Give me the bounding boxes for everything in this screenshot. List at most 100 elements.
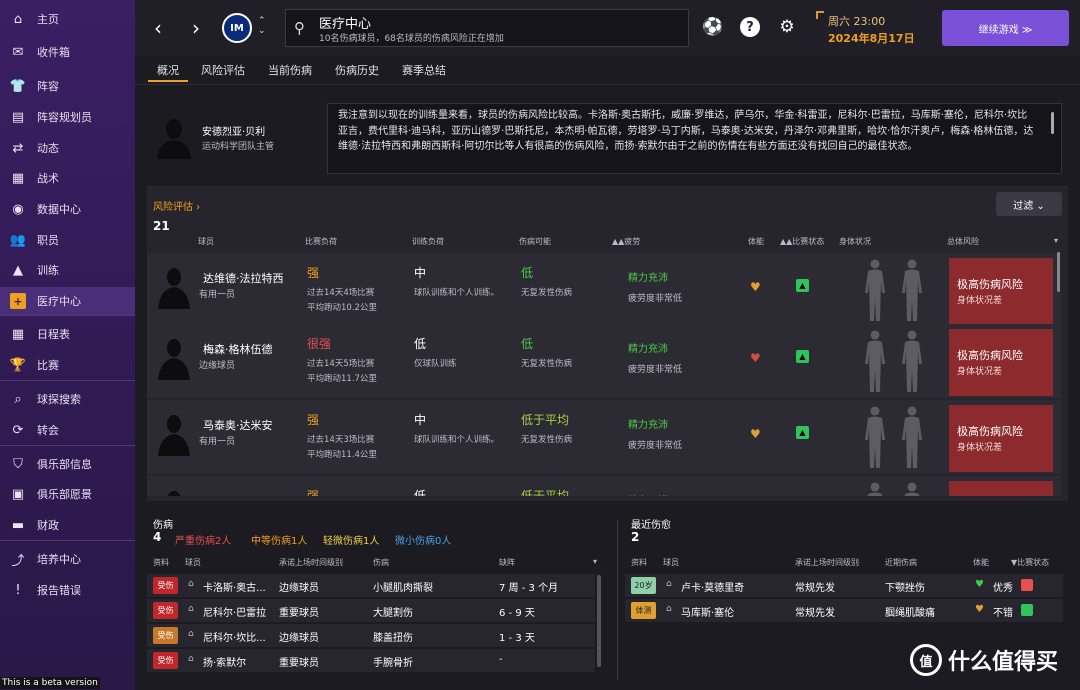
risk-row[interactable]: ⌂ 马泰奥·达米安 有用一员强过去14天3场比赛 平均跑动11.4公里中球队训练和个人… bbox=[147, 400, 1061, 474]
rec-header-playing-time[interactable]: 承诺上场时间级别 bbox=[795, 557, 859, 568]
sidebar-item-calendar[interactable]: ▦ 日程表 bbox=[0, 320, 135, 348]
sidebar-item-development[interactable]: ⤴ 培养中心 bbox=[0, 545, 135, 573]
injury-player-name[interactable]: 尼科尔·坎比... bbox=[203, 629, 266, 644]
injury-player-name[interactable]: 尼科尔·巴雷拉 bbox=[203, 604, 266, 619]
header-condition[interactable]: 体能 bbox=[748, 236, 764, 247]
header-body-status[interactable]: 身体状况 bbox=[839, 236, 871, 247]
tab-overview[interactable]: 概况 bbox=[157, 62, 179, 78]
header-player[interactable]: 球员 bbox=[198, 236, 214, 247]
sidebar-item-trophy[interactable]: 🏆 比赛 bbox=[0, 351, 135, 379]
player-name[interactable]: 马泰奥·达米安 bbox=[203, 417, 273, 433]
body-figure-icon[interactable] bbox=[899, 406, 925, 468]
recovered-player-name[interactable]: 卢卡·莫德里奇 bbox=[681, 579, 744, 594]
injury-row[interactable]: 受伤 ⌂ 扬·索默尔 重要球员 手腕骨折 - bbox=[147, 649, 595, 672]
player-name[interactable]: 梅森·格林伍德 bbox=[203, 341, 273, 357]
overall-risk-box[interactable] bbox=[949, 481, 1053, 496]
overall-risk-box[interactable]: 极高伤病风险 身体状况差 bbox=[949, 258, 1053, 325]
tab-injury-history[interactable]: 伤病历史 bbox=[335, 62, 379, 78]
recovered-player-name[interactable]: 马库斯·塞伦 bbox=[681, 604, 734, 619]
page-title-box[interactable]: ⚲ 医疗中心 10名伤病球员，68名球员的伤病风险正在增加 bbox=[285, 9, 689, 47]
sidebar-item-finance[interactable]: ▬ 财政 bbox=[0, 511, 135, 539]
club-switch-icon[interactable]: ⌃ ⌄ bbox=[258, 16, 266, 36]
header-sort-icon[interactable]: ▾ bbox=[1054, 236, 1058, 245]
risk-assessment-link[interactable]: 风险评估 › bbox=[153, 198, 200, 213]
header-training-load[interactable]: 训练负荷 bbox=[412, 236, 444, 247]
gear-icon[interactable]: ⚙ bbox=[777, 17, 797, 37]
injuries-scrollbar[interactable] bbox=[597, 575, 601, 667]
risk-row[interactable]: ⌂强低低于平均精力不错♥▲ bbox=[147, 476, 1061, 496]
body-figure-icon[interactable] bbox=[862, 330, 888, 392]
rec-header-recent-injury[interactable]: 近期伤病 bbox=[885, 557, 917, 568]
sidebar-item-home[interactable]: ⌂ 主页 bbox=[0, 5, 135, 33]
body-figure-icon[interactable] bbox=[899, 330, 925, 392]
inj-header-injury[interactable]: 伤病 bbox=[373, 557, 389, 568]
recovered-row[interactable]: 体测 ⌂ 马库斯·塞伦 常规先发 腘绳肌酸痛 ♥ 不错 bbox=[625, 599, 1063, 622]
header-overall-risk[interactable]: 总体风险 bbox=[947, 236, 979, 247]
body-figure-icon[interactable] bbox=[862, 406, 888, 468]
sidebar-item-dynamics[interactable]: ⇄ 动态 bbox=[0, 134, 135, 162]
forward-arrow-icon[interactable]: › bbox=[192, 16, 200, 40]
sidebar-item-transfer[interactable]: ⟳ 转会 bbox=[0, 416, 135, 444]
injury-row[interactable]: 受伤 ⌂ 尼科尔·坎比... 边缘球员 膝盖扭伤 1 - 3 天 bbox=[147, 624, 595, 647]
risk-row[interactable]: ⌂ 达维德·法拉特西 有用一员强过去14天4场比赛 平均跑动10.2公里中球队训练和个… bbox=[147, 253, 1061, 327]
match-load-level: 强 bbox=[307, 489, 320, 496]
rec-header-match-sharpness[interactable]: ▼比赛状态 bbox=[1011, 557, 1049, 568]
tab-risk-assessment[interactable]: 风险评估 bbox=[201, 62, 245, 78]
sidebar-item-scouting[interactable]: ⌕ 球探搜索 bbox=[0, 385, 135, 413]
sidebar-item-clipboard[interactable]: ▤ 阵容规划员 bbox=[0, 103, 135, 131]
sidebar-item-club-vision[interactable]: ▣ 俱乐部愿景 bbox=[0, 480, 135, 508]
inj-header-player[interactable]: 球员 bbox=[185, 557, 201, 568]
rec-header-profile[interactable]: 资料 bbox=[631, 557, 647, 568]
staff-name[interactable]: 安德烈亚·贝利 bbox=[202, 123, 265, 138]
recovered-row[interactable]: 20岁 ⌂ 卢卡·莫德里奇 常规先发 下颚挫伤 ♥ 优秀 bbox=[625, 574, 1063, 597]
header-injury-chance[interactable]: 伤病可能 bbox=[519, 236, 551, 247]
sidebar-item-shirt[interactable]: 👕 阵容 bbox=[0, 72, 135, 100]
overall-risk-box[interactable]: 极高伤病风险 身体状况差 bbox=[949, 329, 1053, 396]
header-fatigue[interactable]: ▲▲疲劳 bbox=[612, 236, 640, 247]
injury-row[interactable]: 受伤 ⌂ 尼科尔·巴雷拉 重要球员 大腿割伤 6 - 9 天 bbox=[147, 599, 595, 622]
rec-header-condition[interactable]: 体能 bbox=[973, 557, 989, 568]
risk-scrollbar[interactable] bbox=[1057, 252, 1060, 292]
search-icon[interactable]: ⚲ bbox=[294, 19, 305, 37]
continue-button[interactable]: 继续游戏 ≫ bbox=[942, 10, 1069, 46]
header-match-sharpness[interactable]: ▲▲比赛状态 bbox=[780, 236, 824, 247]
player-avatar[interactable] bbox=[157, 488, 191, 496]
tab-season-summary[interactable]: 赛季总结 bbox=[402, 62, 446, 78]
sidebar-item-data-hub[interactable]: ◉ 数据中心 bbox=[0, 195, 135, 223]
home-icon: ⌂ bbox=[13, 11, 23, 27]
inj-header-sort-icon[interactable]: ▾ bbox=[593, 557, 597, 566]
body-figure-icon[interactable] bbox=[862, 259, 888, 321]
body-figure-icon[interactable] bbox=[862, 482, 888, 496]
player-name[interactable]: 达维德·法拉特西 bbox=[203, 270, 284, 286]
sidebar-item-club-info[interactable]: ⛉ 俱乐部信息 bbox=[0, 450, 135, 478]
player-avatar[interactable] bbox=[157, 265, 191, 309]
risk-row[interactable]: ⌂ 梅森·格林伍德 边缘球员 很强 过去14天5场比赛 平均跑动11.7公里低仅球队训练低… bbox=[147, 324, 1061, 398]
back-arrow-icon[interactable]: ‹ bbox=[154, 16, 162, 40]
filter-button[interactable]: 过滤 ⌄ bbox=[996, 192, 1062, 216]
inj-header-playing-time[interactable]: 承诺上场时间级别 bbox=[279, 557, 343, 568]
football-icon[interactable]: ⚽ bbox=[702, 17, 723, 37]
sidebar-item-medical[interactable]: + 医疗中心 bbox=[0, 287, 135, 315]
sidebar-item-training[interactable]: ▲ 训练 bbox=[0, 256, 135, 284]
staff-avatar[interactable] bbox=[155, 117, 193, 159]
body-figure-icon[interactable] bbox=[899, 259, 925, 321]
injury-row[interactable]: 受伤 ⌂ 卡洛斯·奥古... 边缘球员 小腿肌肉撕裂 7 周 - 3 个月 bbox=[147, 574, 595, 597]
body-figure-icon[interactable] bbox=[899, 482, 925, 496]
rec-header-player[interactable]: 球员 bbox=[663, 557, 679, 568]
header-match-load[interactable]: 比赛负荷 bbox=[305, 236, 337, 247]
overall-risk-box[interactable]: 极高伤病风险 身体状况差 bbox=[949, 405, 1053, 472]
sidebar-item-tactics[interactable]: ▦ 战术 bbox=[0, 164, 135, 192]
report-scrollbar[interactable] bbox=[1051, 112, 1054, 134]
sidebar-item-staff[interactable]: 👥 职员 bbox=[0, 226, 135, 254]
player-avatar[interactable] bbox=[157, 336, 191, 380]
sidebar-item-report-bug[interactable]: ! 报告错误 bbox=[0, 576, 135, 604]
tab-current-injuries[interactable]: 当前伤病 bbox=[268, 62, 312, 78]
player-avatar[interactable] bbox=[157, 412, 191, 456]
inj-header-profile[interactable]: 资料 bbox=[153, 557, 169, 568]
injury-player-name[interactable]: 扬·索默尔 bbox=[203, 654, 246, 669]
club-logo[interactable]: IM bbox=[222, 13, 252, 43]
injury-player-name[interactable]: 卡洛斯·奥古... bbox=[203, 579, 266, 594]
inj-header-out[interactable]: 缺阵 bbox=[499, 557, 515, 568]
help-icon[interactable]: ? bbox=[740, 17, 760, 37]
sidebar-item-inbox[interactable]: ✉ 收件箱 bbox=[0, 38, 135, 66]
